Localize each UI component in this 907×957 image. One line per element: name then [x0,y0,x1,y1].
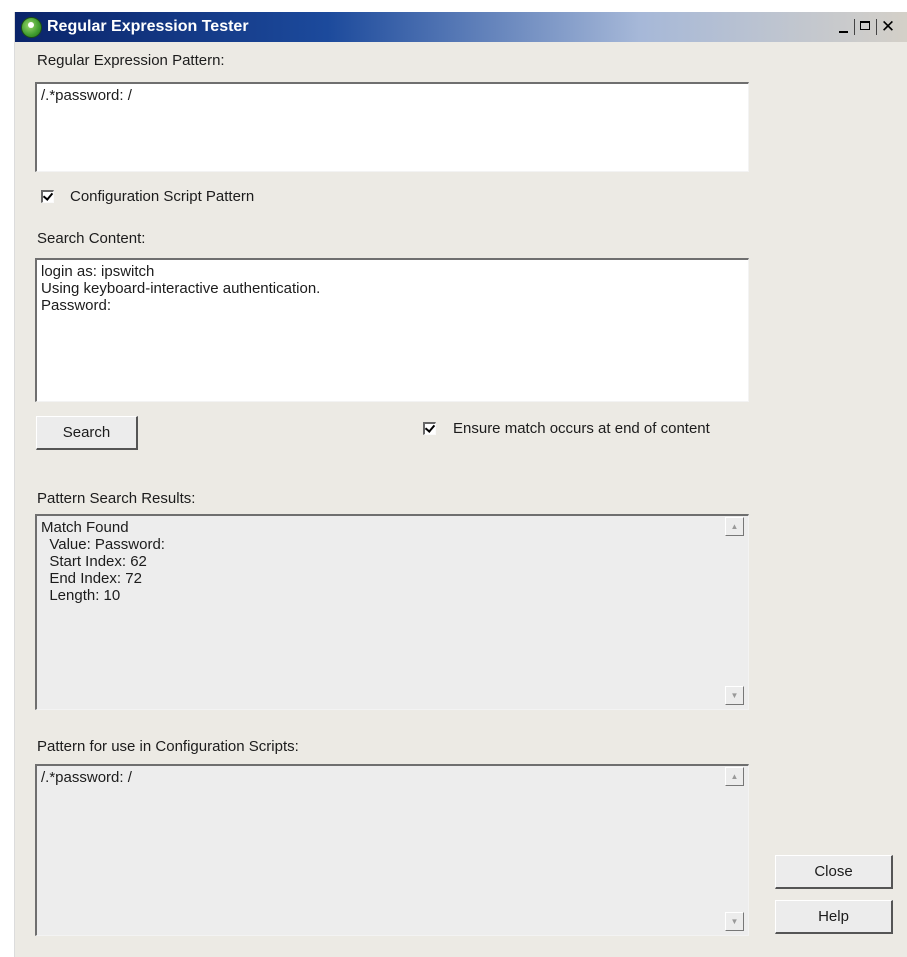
close-button[interactable]: Close [775,855,893,889]
pattern-input[interactable]: /.*password: / [35,82,749,172]
search-content-input[interactable]: login as: ipswitch Using keyboard-intera… [35,258,749,402]
search-content-label: Search Content: [37,230,146,247]
maximize-icon[interactable] [857,19,875,35]
config-pattern-textarea[interactable]: /.*password: / [35,764,749,936]
end-match-checkbox[interactable] [423,422,436,435]
results-scrollbar[interactable]: ▲ ▼ [725,517,744,705]
scroll-down-icon[interactable]: ▼ [725,912,744,931]
title-bar[interactable]: Regular Expression Tester ✕ [15,12,907,42]
help-button[interactable]: Help [775,900,893,934]
search-button[interactable]: Search [36,416,138,450]
end-match-label[interactable]: Ensure match occurs at end of content [453,420,710,437]
scroll-up-icon[interactable]: ▲ [725,517,744,536]
results-label: Pattern Search Results: [37,490,196,507]
config-pattern-scrollbar[interactable]: ▲ ▼ [725,767,744,931]
window-controls: ✕ [834,18,897,36]
separator [854,19,855,35]
pattern-label: Regular Expression Pattern: [37,52,225,69]
minimize-icon[interactable] [835,19,853,35]
window-title: Regular Expression Tester [47,18,249,35]
app-icon [21,17,42,38]
config-script-checkbox[interactable] [41,190,54,203]
results-textarea[interactable]: Match Found Value: Password: Start Index… [35,514,749,710]
scroll-down-icon[interactable]: ▼ [725,686,744,705]
config-script-label[interactable]: Configuration Script Pattern [70,188,254,205]
dialog-window: Regular Expression Tester ✕ Regular Expr… [14,12,907,957]
scroll-up-icon[interactable]: ▲ [725,767,744,786]
config-pattern-label: Pattern for use in Configuration Scripts… [37,738,299,755]
close-icon[interactable]: ✕ [879,18,897,35]
separator [876,19,877,35]
